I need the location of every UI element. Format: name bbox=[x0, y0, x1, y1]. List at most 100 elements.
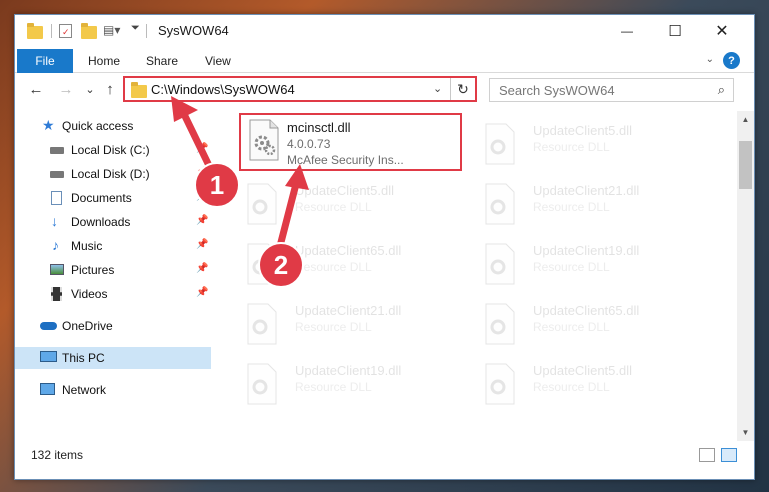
new-folder-icon[interactable] bbox=[81, 23, 97, 39]
dll-file-icon bbox=[247, 119, 281, 161]
dll-file-icon bbox=[483, 123, 517, 165]
file-item[interactable]: mcinsctl.dll 4.0.0.73 McAfee Security In… bbox=[239, 113, 462, 171]
step-marker-1: 1 bbox=[194, 162, 240, 208]
details-view-icon[interactable] bbox=[699, 448, 715, 462]
sidebar-item-this-pc[interactable]: This PC bbox=[15, 347, 211, 369]
file-description: Resource DLL bbox=[295, 200, 372, 214]
tab-file[interactable]: File bbox=[17, 49, 73, 73]
file-item[interactable]: UpdateClient5.dll Resource DLL bbox=[477, 359, 697, 415]
navigation-pane: ★ Quick access Local Disk (C:) 📌 Local D… bbox=[15, 111, 211, 441]
star-icon: ★ bbox=[42, 117, 55, 133]
search-input[interactable] bbox=[490, 79, 700, 101]
ribbon: File Home Share View ⌄ ? bbox=[15, 47, 754, 73]
forward-button[interactable]: → bbox=[57, 80, 75, 98]
music-icon: ♪ bbox=[52, 237, 59, 253]
scroll-up-icon[interactable]: ▲ bbox=[737, 111, 754, 128]
tiles-view-icon[interactable] bbox=[721, 448, 737, 462]
sidebar-item-local-disk-d[interactable]: Local Disk (D:) 📌 bbox=[15, 163, 211, 185]
file-description: Resource DLL bbox=[295, 260, 372, 274]
file-description: Resource DLL bbox=[533, 260, 610, 274]
sidebar-item-label: Local Disk (C:) bbox=[71, 143, 150, 157]
properties-icon[interactable]: ✓ bbox=[59, 24, 72, 38]
minimize-button[interactable]: — bbox=[604, 15, 650, 47]
tab-share[interactable]: Share bbox=[146, 54, 178, 68]
dll-file-icon bbox=[483, 363, 517, 405]
back-button[interactable]: ← bbox=[27, 80, 45, 98]
file-description: Resource DLL bbox=[533, 380, 610, 394]
folder-icon bbox=[27, 23, 43, 39]
dll-file-icon bbox=[483, 303, 517, 345]
download-icon: ↓ bbox=[51, 213, 58, 229]
file-item[interactable]: UpdateClient65.dll Resource DLL bbox=[477, 299, 697, 355]
sidebar-item-label: Downloads bbox=[71, 215, 131, 229]
dll-file-icon bbox=[245, 363, 279, 405]
file-name: UpdateClient5.dll bbox=[533, 123, 633, 138]
search-box[interactable]: ⌕ bbox=[489, 78, 734, 102]
sidebar-item-onedrive[interactable]: OneDrive bbox=[15, 315, 211, 337]
vertical-scrollbar[interactable]: ▲ ▼ bbox=[737, 111, 754, 441]
sidebar-item-pictures[interactable]: Pictures 📌 bbox=[15, 259, 211, 281]
cloud-icon bbox=[40, 322, 57, 330]
file-name: UpdateClient21.dll bbox=[295, 303, 402, 318]
file-name: UpdateClient19.dll bbox=[295, 363, 402, 378]
file-list: mcinsctl.dll 4.0.0.73 McAfee Security In… bbox=[229, 111, 734, 443]
sidebar-item-label: This PC bbox=[62, 351, 105, 365]
help-icon[interactable]: ? bbox=[723, 52, 740, 69]
tab-view[interactable]: View bbox=[205, 54, 231, 68]
file-item[interactable]: UpdateClient19.dll Resource DLL bbox=[477, 239, 697, 295]
file-name: UpdateClient65.dll bbox=[533, 303, 640, 318]
address-bar[interactable]: C:\Windows\SysWOW64 ⌄ ↻ bbox=[123, 76, 477, 102]
computer-icon bbox=[40, 351, 57, 362]
tab-home[interactable]: Home bbox=[88, 54, 120, 68]
search-icon[interactable]: ⌕ bbox=[718, 82, 725, 98]
file-item[interactable]: UpdateClient21.dll Resource DLL bbox=[239, 299, 459, 355]
pictures-icon bbox=[50, 264, 64, 275]
up-button[interactable]: ↑ bbox=[101, 80, 119, 98]
file-item[interactable]: UpdateClient19.dll Resource DLL bbox=[239, 359, 459, 415]
sidebar-item-quick-access[interactable]: ★ Quick access bbox=[15, 115, 211, 137]
pin-icon: 📌 bbox=[196, 143, 209, 154]
drive-icon bbox=[50, 147, 64, 154]
title-bar: ✓ ▤▾ ⏷ SysWOW64 — ☐ ✕ bbox=[15, 15, 754, 47]
navigation-bar: ← → ⌄ ↑ C:\Windows\SysWOW64 ⌄ ↻ ⌕ bbox=[15, 73, 754, 107]
step-marker-2: 2 bbox=[258, 242, 304, 288]
sidebar-item-label: Quick access bbox=[62, 119, 134, 133]
address-path[interactable]: C:\Windows\SysWOW64 bbox=[151, 82, 295, 97]
folder-icon bbox=[131, 82, 147, 98]
address-dropdown-icon[interactable]: ⌄ bbox=[433, 82, 442, 95]
pin-icon: 📌 bbox=[196, 263, 209, 274]
sidebar-item-label: Documents bbox=[71, 191, 132, 205]
close-button[interactable]: ✕ bbox=[699, 15, 745, 47]
collapse-ribbon-icon[interactable]: ⌄ bbox=[706, 54, 714, 65]
file-item[interactable]: UpdateClient21.dll Resource DLL bbox=[477, 179, 697, 235]
pin-icon: 📌 bbox=[196, 239, 209, 250]
file-item[interactable]: UpdateClient5.dll Resource DLL bbox=[477, 119, 697, 175]
recent-locations-button[interactable]: ⌄ bbox=[81, 80, 99, 98]
sidebar-item-label: OneDrive bbox=[62, 319, 113, 333]
sidebar-item-local-disk-c[interactable]: Local Disk (C:) 📌 bbox=[15, 139, 211, 161]
sidebar-item-label: Local Disk (D:) bbox=[71, 167, 150, 181]
status-bar: 132 items bbox=[15, 445, 754, 469]
file-name: mcinsctl.dll bbox=[287, 120, 351, 135]
videos-icon bbox=[51, 287, 62, 301]
sidebar-item-documents[interactable]: Documents 📌 bbox=[15, 187, 211, 209]
sidebar-item-videos[interactable]: Videos 📌 bbox=[15, 283, 211, 305]
sidebar-item-music[interactable]: ♪ Music 📌 bbox=[15, 235, 211, 257]
drive-icon bbox=[50, 171, 64, 178]
maximize-button[interactable]: ☐ bbox=[652, 15, 698, 47]
dll-file-icon bbox=[483, 243, 517, 285]
pin-icon: 📌 bbox=[196, 287, 209, 298]
file-item[interactable]: UpdateClient5.dll Resource DLL bbox=[239, 179, 459, 235]
refresh-button[interactable]: ↻ bbox=[450, 78, 475, 100]
documents-icon bbox=[51, 191, 62, 205]
sidebar-item-downloads[interactable]: ↓ Downloads 📌 bbox=[15, 211, 211, 233]
quick-access-dropdown-icon[interactable]: ⏷ bbox=[131, 22, 140, 35]
dll-file-icon bbox=[483, 183, 517, 225]
sidebar-item-network[interactable]: Network bbox=[15, 379, 211, 401]
file-name: UpdateClient5.dll bbox=[533, 363, 633, 378]
file-description: Resource DLL bbox=[533, 140, 610, 154]
scroll-thumb[interactable] bbox=[739, 141, 752, 189]
dll-file-icon bbox=[245, 303, 279, 345]
scroll-down-icon[interactable]: ▼ bbox=[737, 424, 754, 441]
customize-quick-access-icon[interactable]: ▤▾ bbox=[103, 23, 120, 37]
